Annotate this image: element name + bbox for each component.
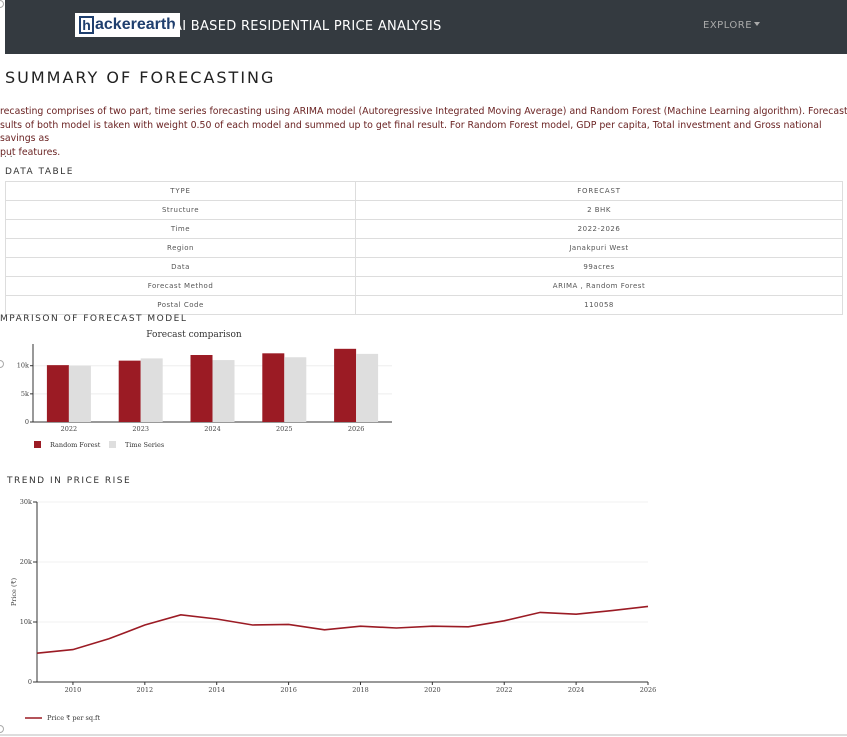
y-tick-label: 0 — [25, 418, 29, 426]
y-tick-label: 10k — [20, 618, 32, 626]
explore-label: EXPLORE — [703, 20, 753, 31]
series-line — [36, 605, 649, 654]
table-cell: 2022-2026 — [355, 219, 843, 239]
table-cell: Forecast Method — [5, 276, 356, 296]
x-tick-label: 2012 — [137, 686, 154, 694]
x-tick-label: 2025 — [276, 425, 293, 433]
x-tick-label: 2024 — [204, 425, 221, 433]
ellipsis-text: . . — [4, 150, 13, 160]
bar — [356, 353, 379, 422]
table-cell: ARIMA , Random Forest — [355, 276, 843, 296]
table-cell: Postal Code — [5, 295, 356, 315]
bar — [118, 360, 141, 422]
x-tick-label: 2026 — [348, 425, 365, 433]
bar — [262, 353, 285, 422]
chart-title: Forecast comparison — [146, 330, 242, 340]
legend-label: Time Series — [125, 441, 164, 449]
legend-label: Random Forest — [50, 441, 101, 449]
scroll-indicator-icon — [0, 0, 4, 8]
y-tick-label: 20k — [20, 558, 32, 566]
logo-mark: h — [79, 16, 94, 34]
summary-description: recasting comprises of two part, time se… — [0, 106, 847, 158]
table-row: Structure 2 BHK — [5, 200, 843, 220]
y-tick-label: 0 — [28, 678, 32, 686]
table-header-row: TYPE FORECAST — [5, 181, 843, 201]
navbar: h ackerearth AI BASED RESIDENTIAL PRICE … — [5, 0, 847, 54]
caret-down-icon — [754, 22, 761, 26]
table-row: Postal Code 110058 — [5, 295, 843, 315]
data-table: TYPE FORECAST Structure 2 BHK Time 2022-… — [5, 181, 843, 315]
table-cell: 99acres — [355, 257, 843, 277]
x-tick-label: 2022 — [61, 425, 78, 433]
x-tick-label: 2022 — [496, 686, 513, 694]
hackerearth-logo[interactable]: h ackerearth — [75, 13, 180, 37]
page-bottom-border — [0, 734, 847, 736]
table-cell: 2 BHK — [355, 200, 843, 220]
table-cell: Janakpuri West — [355, 238, 843, 258]
x-tick-label: 2016 — [280, 686, 297, 694]
legend-swatch — [34, 441, 41, 448]
bar — [190, 355, 213, 422]
table-row: Data 99acres — [5, 257, 843, 277]
forecast-comparison-chart: Forecast comparison 0 5k 10k 2022 2023 2024 202… — [17, 330, 392, 449]
logo-text: ackerearth — [95, 16, 176, 33]
x-tick-label: 2018 — [352, 686, 369, 694]
table-cell: Data — [5, 257, 356, 277]
table-cell: 110058 — [355, 295, 843, 315]
x-tick-label: 2020 — [424, 686, 441, 694]
bar — [140, 358, 163, 422]
app-title: AI BASED RESIDENTIAL PRICE ANALYSIS — [173, 19, 442, 34]
comparison-section-label: MPARISON OF FORECAST MODEL — [0, 314, 188, 324]
bar — [68, 365, 91, 422]
table-cell: Structure — [5, 200, 356, 220]
x-tick-label: 2010 — [65, 686, 82, 694]
legend-swatch — [109, 441, 116, 448]
x-tick-label: 2026 — [640, 686, 657, 694]
y-tick-label: 10k — [17, 362, 29, 370]
table-cell: Time — [5, 219, 356, 239]
trend-section-label: TREND IN PRICE RISE — [7, 476, 132, 486]
data-table-label: DATA TABLE — [5, 167, 74, 177]
price-trend-chart: 0 10k 20k 30k 2010 2012 2014 2016 2018 2020 2022 20… — [10, 498, 657, 722]
x-tick-label: 2014 — [208, 686, 225, 694]
y-axis-label: Price (₹) — [10, 577, 18, 606]
x-tick-label: 2023 — [132, 425, 149, 433]
legend-label: Price ₹ per sq.ft — [47, 714, 100, 722]
table-row: Region Janakpuri West — [5, 238, 843, 258]
table-header-type: TYPE — [5, 181, 356, 201]
table-header-forecast: FORECAST — [355, 181, 843, 201]
table-cell: Region — [5, 238, 356, 258]
x-tick-label: 2024 — [568, 686, 585, 694]
bar — [334, 348, 357, 422]
bar — [284, 357, 307, 422]
bar — [212, 360, 235, 422]
carousel-next-icon[interactable] — [0, 725, 4, 733]
table-row: Time 2022-2026 — [5, 219, 843, 239]
page-title: SUMMARY OF FORECASTING — [5, 68, 276, 87]
table-row: Forecast Method ARIMA , Random Forest — [5, 276, 843, 296]
y-tick-label: 30k — [20, 498, 32, 506]
bar — [46, 365, 69, 422]
y-tick-label: 5k — [21, 390, 29, 398]
explore-dropdown[interactable]: EXPLORE — [703, 19, 761, 33]
